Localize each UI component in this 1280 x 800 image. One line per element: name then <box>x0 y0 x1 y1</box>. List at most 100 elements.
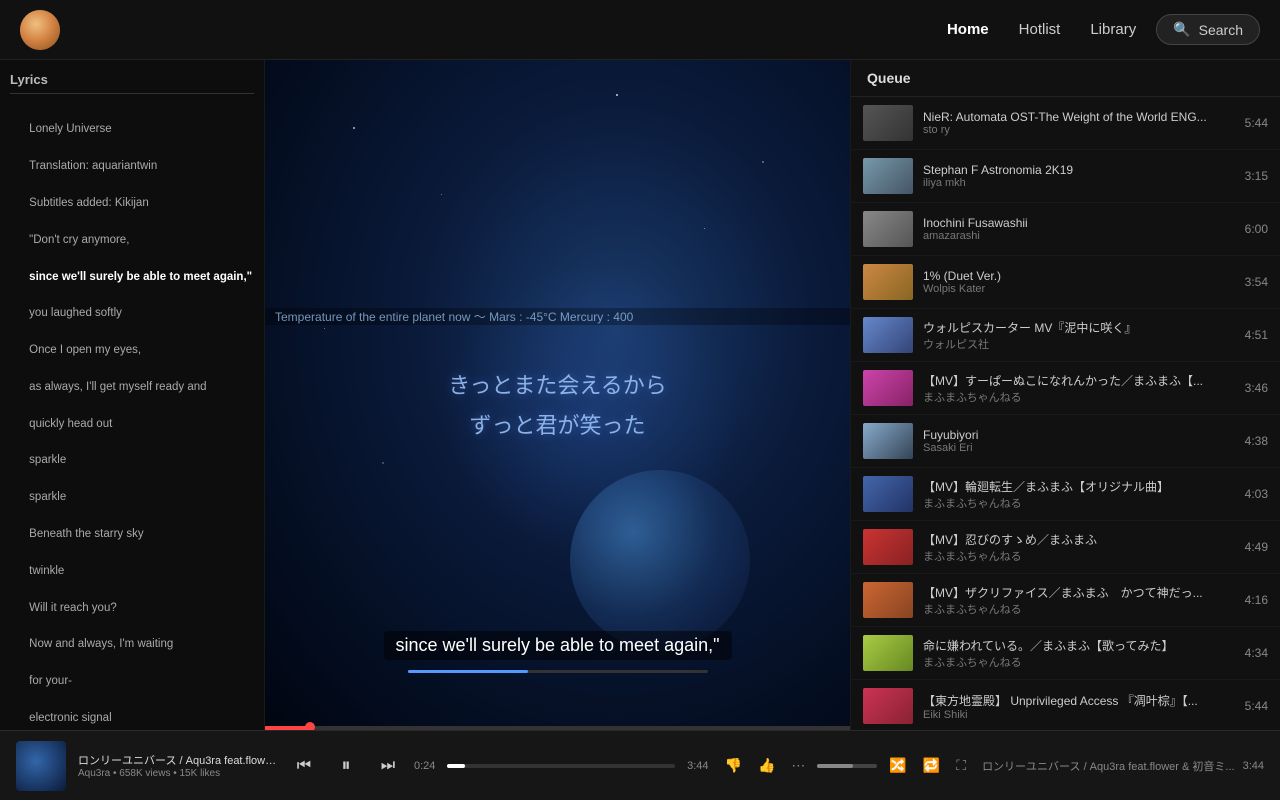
queue-item-duration: 5:44 <box>1245 699 1268 713</box>
queue-item[interactable]: 1% (Duet Ver.) Wolpis Kater 3:54 <box>851 256 1280 309</box>
lyrics-line-6: Once I open my eyes, <box>29 344 141 356</box>
player-controls: ⏮ ⏸ ⏭ <box>290 748 402 784</box>
fullscreen-button[interactable]: ⛶ <box>952 753 970 778</box>
search-icon: 🔍 <box>1173 21 1190 38</box>
nav-library[interactable]: Library <box>1090 21 1136 38</box>
queue-item-title: 【MV】輪廻転生／まふまふ【オリジナル曲】 <box>923 478 1235 495</box>
queue-item-artist: amazarashi <box>923 230 1235 242</box>
queue-item-info: 【MV】輪廻転生／まふまふ【オリジナル曲】 まふまふちゃんねる <box>923 478 1235 511</box>
lyrics-line-16: electronic signal <box>29 712 111 724</box>
queue-item-duration: 3:46 <box>1245 381 1268 395</box>
queue-item[interactable]: 【MV】すーぱーぬこになれんかった／まふまふ【... まふまふちゃんねる 3:4… <box>851 362 1280 415</box>
queue-now-playing-time: 3:44 <box>1243 760 1264 772</box>
player-song-info: ロンリーユニバース / Aqu3ra feat.flower & 初音ミク - … <box>78 752 278 779</box>
lyrics-line-15: for your- <box>29 675 72 687</box>
queue-item-thumbnail <box>863 635 913 671</box>
lyrics-line-4-highlight: since we'll surely be able to meet again… <box>29 271 252 283</box>
video-player[interactable]: Temperature of the entire planet now ～ M… <box>265 60 850 730</box>
nav-hotlist[interactable]: Hotlist <box>1019 21 1061 38</box>
queue-item[interactable]: NieR: Automata OST-The Weight of the Wor… <box>851 97 1280 150</box>
queue-item-info: 【東方地霊殿】 Unprivileged Access 『凋叶棕』【... Ei… <box>923 692 1235 721</box>
play-pause-button[interactable]: ⏸ <box>328 748 364 784</box>
queue-item-artist: Eiki Shiki <box>923 709 1235 721</box>
player-song-sub: Aqu3ra • 658K views • 15K likes <box>78 768 278 779</box>
nav-home[interactable]: Home <box>947 21 989 38</box>
search-button[interactable]: 🔍 Search <box>1156 14 1260 45</box>
queue-item-artist: sto ry <box>923 124 1235 136</box>
current-time: 0:24 <box>414 760 435 772</box>
lyrics-title: Lyrics <box>10 72 254 94</box>
queue-item[interactable]: Stephan F Astronomia 2K19 iliya mkh 3:15 <box>851 150 1280 203</box>
queue-item-thumbnail <box>863 370 913 406</box>
video-progress-fill <box>265 726 310 730</box>
like-button[interactable]: 👍 <box>754 753 779 778</box>
lyrics-line-10: sparkle <box>29 491 66 503</box>
more-options-button[interactable]: ⋯ <box>787 753 809 778</box>
planet-visual <box>570 470 750 650</box>
queue-item-title: 【MV】忍びのすゝめ／まふまふ <box>923 531 1235 548</box>
queue-item-thumbnail <box>863 105 913 141</box>
queue-item-thumbnail <box>863 476 913 512</box>
next-button[interactable]: ⏭ <box>374 752 402 780</box>
dislike-button[interactable]: 👎 <box>721 753 746 778</box>
subtitle-progress-bg <box>408 670 708 673</box>
top-navigation: Home Hotlist Library 🔍 Search <box>0 0 1280 60</box>
user-avatar[interactable] <box>20 10 60 50</box>
queue-header: Queue <box>851 60 1280 97</box>
queue-item-thumbnail <box>863 423 913 459</box>
queue-item-info: 【MV】忍びのすゝめ／まふまふ まふまふちゃんねる <box>923 531 1235 564</box>
queue-item-artist: iliya mkh <box>923 177 1235 189</box>
video-progress-bar[interactable] <box>265 726 850 730</box>
queue-item[interactable]: 【MV】忍びのすゝめ／まふまふ まふまふちゃんねる 4:49 <box>851 521 1280 574</box>
queue-item-duration: 6:00 <box>1245 222 1268 236</box>
queue-item-artist: まふまふちゃんねる <box>923 389 1235 405</box>
queue-list: NieR: Automata OST-The Weight of the Wor… <box>851 97 1280 730</box>
queue-panel: Queue NieR: Automata OST-The Weight of t… <box>850 60 1280 730</box>
player-progress-fill <box>447 764 465 768</box>
lyrics-line-13: Will it reach you? <box>29 602 117 614</box>
queue-item-duration: 4:16 <box>1245 593 1268 607</box>
subtitle-progress-fill <box>408 670 528 673</box>
queue-item[interactable]: Inochini Fusawashii amazarashi 6:00 <box>851 203 1280 256</box>
queue-item-info: Fuyubiyori Sasaki Eri <box>923 428 1235 454</box>
queue-item-info: Stephan F Astronomia 2K19 iliya mkh <box>923 163 1235 189</box>
lyrics-line-12: twinkle <box>29 565 64 577</box>
queue-item-thumbnail <box>863 317 913 353</box>
queue-item-duration: 3:15 <box>1245 169 1268 183</box>
queue-item-thumbnail <box>863 529 913 565</box>
queue-item[interactable]: ウォルピスカーター MV『泥中に咲く』 ウォルピス社 4:51 <box>851 309 1280 362</box>
lyrics-line-8: quickly head out <box>29 418 112 430</box>
queue-item-info: 【MV】ザクリファイス／まふまふ かつて神だっ... まふまふちゃんねる <box>923 584 1235 617</box>
player-song-title: ロンリーユニバース / Aqu3ra feat.flower & 初音ミク - … <box>78 752 278 768</box>
queue-item-artist: まふまふちゃんねる <box>923 601 1235 617</box>
queue-item-artist: Wolpis Kater <box>923 283 1235 295</box>
nav-links: Home Hotlist Library <box>947 21 1136 38</box>
queue-item-artist: まふまふちゃんねる <box>923 654 1235 670</box>
shuffle-button[interactable]: 🔀 <box>885 753 910 778</box>
queue-now-playing-label: ロンリーユニバース / Aqu3ra feat.flower & 初音ミ... <box>982 758 1235 774</box>
planet-info-text: Temperature of the entire planet now ～ M… <box>275 308 633 325</box>
queue-item-duration: 4:34 <box>1245 646 1268 660</box>
queue-item-title: Stephan F Astronomia 2K19 <box>923 163 1235 177</box>
queue-item-duration: 5:44 <box>1245 116 1268 130</box>
volume-slider[interactable] <box>817 764 877 768</box>
queue-item-title: 命に嫌われている。／まふまふ【歌ってみた】 <box>923 637 1235 654</box>
main-content: Lyrics Lonely Universe Translation: aqua… <box>0 60 1280 730</box>
lyrics-line-5: you laughed softly <box>29 307 122 319</box>
lyrics-line-1: Translation: aquariantwin <box>29 160 157 172</box>
queue-item-duration: 3:54 <box>1245 275 1268 289</box>
previous-button[interactable]: ⏮ <box>290 752 318 780</box>
search-label: Search <box>1199 22 1243 38</box>
lyrics-panel: Lyrics Lonely Universe Translation: aqua… <box>0 60 265 730</box>
queue-item[interactable]: 命に嫌われている。／まふまふ【歌ってみた】 まふまふちゃんねる 4:34 <box>851 627 1280 680</box>
queue-item[interactable]: Fuyubiyori Sasaki Eri 4:38 <box>851 415 1280 468</box>
volume-fill <box>817 764 853 768</box>
queue-item-artist: Sasaki Eri <box>923 442 1235 454</box>
queue-item-title: 1% (Duet Ver.) <box>923 269 1235 283</box>
player-progress-bar[interactable] <box>447 764 675 768</box>
queue-item[interactable]: 【MV】ザクリファイス／まふまふ かつて神だっ... まふまふちゃんねる 4:1… <box>851 574 1280 627</box>
queue-item[interactable]: 【MV】輪廻転生／まふまふ【オリジナル曲】 まふまふちゃんねる 4:03 <box>851 468 1280 521</box>
queue-item[interactable]: 【東方地霊殿】 Unprivileged Access 『凋叶棕』【... Ei… <box>851 680 1280 730</box>
repeat-button[interactable]: 🔁 <box>919 753 944 778</box>
queue-item-thumbnail <box>863 211 913 247</box>
